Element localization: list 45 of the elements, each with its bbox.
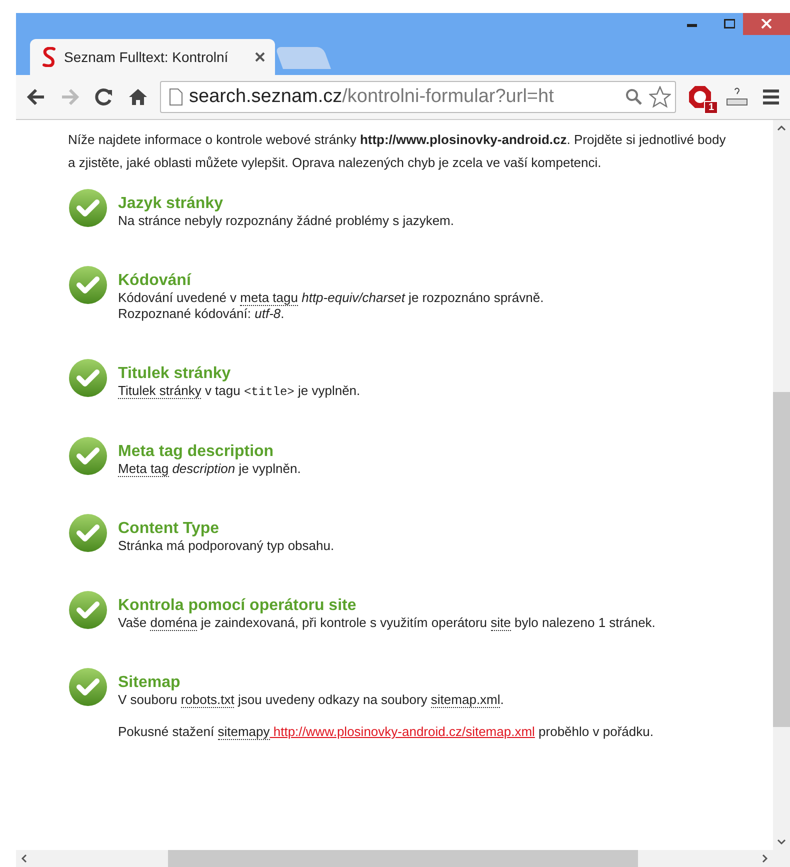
logo-icon: [42, 47, 56, 67]
check-description: Meta tag description je vyplněn.: [118, 461, 301, 477]
maximize-icon: [724, 19, 734, 29]
tab-title: Seznam Fulltext: Kontrolní: [64, 49, 230, 65]
scroll-thumb[interactable]: [168, 850, 638, 867]
check-icon: [68, 513, 108, 553]
check-description: Kódování uvedené v meta tagu http-equiv/charset je rozpoznáno správně. Rozpoznané kódování: utf-8.: [118, 290, 544, 322]
vertical-scrollbar[interactable]: [773, 120, 790, 850]
check-icon: [68, 667, 108, 707]
scroll-up-icon[interactable]: [777, 124, 786, 133]
horizontal-scrollbar[interactable]: [16, 850, 773, 867]
check-title: Titulek stránky: [118, 364, 232, 383]
address-bar[interactable]: search.seznam.cz/kontrolni-formular?url=ht: [160, 81, 676, 113]
check-description: Na stránce nebyly rozpoznány žádné problémy s jazykem.: [118, 213, 454, 229]
close-icon: [761, 19, 772, 29]
check-icon: [68, 590, 108, 630]
check-title: Meta tag description: [118, 442, 275, 461]
scroll-down-icon[interactable]: [777, 837, 786, 846]
check-description: Stránka má podporovaný typ obsahu.: [118, 538, 334, 554]
check-description: Titulek stránky v tagu <title> je vyplněn.: [118, 383, 360, 400]
page-icon: [169, 88, 183, 106]
notification-badge: 1: [704, 101, 718, 114]
sitemap-link[interactable]: http://www.plosinovky-android.cz/sitemap.xml: [270, 724, 535, 739]
menu-button[interactable]: [760, 87, 782, 107]
check-title: Kontrola pomocí operátoru site: [118, 596, 358, 615]
scroll-thumb[interactable]: [773, 392, 790, 727]
check-icon: [68, 358, 108, 398]
search-icon[interactable]: [625, 88, 643, 106]
check-description: V souboru robots.txt jsou uvedeny odkazy na soubory sitemap.xml.: [118, 692, 505, 708]
scroll-left-icon[interactable]: [20, 854, 29, 863]
check-title: Content Type: [118, 519, 220, 538]
intro-text: Níže najdete informace o kontrole webové stránky http://www.plosinovky-android.cz. Projděte si jednotlivé body a zjistěte, jaké oblasti můžete vylepšit. Oprava nalezených chyb je zcela ve vaší kompetenci.: [68, 131, 727, 172]
check-title: Jazyk stránky: [118, 194, 224, 213]
check-title: Kódování: [118, 271, 192, 290]
check-title: Sitemap: [118, 673, 182, 692]
check-icon: [68, 188, 108, 228]
close-icon[interactable]: [255, 52, 265, 62]
check-description: Vaše doména je zaindexovaná, při kontrole s využitím operátoru site bylo nalezeno 1 stránek.: [118, 615, 656, 631]
scroll-right-icon[interactable]: [760, 854, 769, 863]
check-description: Pokusné stažení sitemapy http://www.plosinovky-android.cz/sitemap.xml proběhlo v pořádku.: [118, 724, 654, 740]
browser-tab[interactable]: Seznam Fulltext: Kontrolní: [30, 39, 275, 75]
check-icon: [68, 436, 108, 476]
check-icon: [68, 265, 108, 305]
star-icon[interactable]: [649, 86, 671, 108]
close-button[interactable]: [743, 13, 790, 35]
